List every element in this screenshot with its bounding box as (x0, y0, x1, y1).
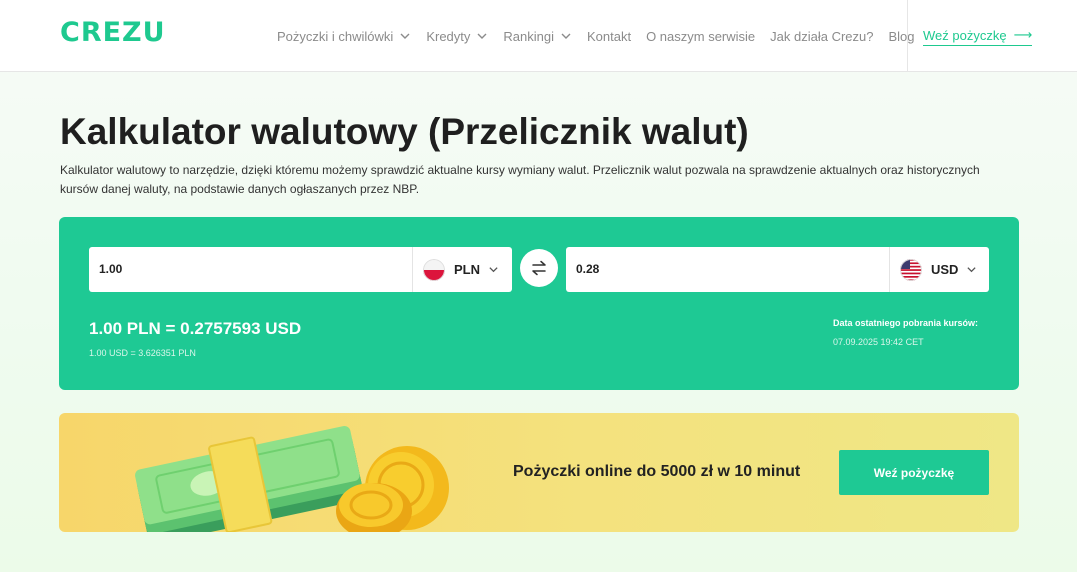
nav-item-label: Kontakt (586, 28, 632, 44)
take-loan-button[interactable]: Weź pożyczkę (839, 450, 989, 495)
header-divider (907, 0, 908, 72)
to-amount-input[interactable]: 0.28 (576, 262, 599, 276)
nav-item-label: Blog (888, 28, 915, 44)
from-amount-input[interactable]: 1.00 (99, 262, 122, 276)
nav-item-kredyty[interactable]: Kredyty (426, 29, 488, 44)
last-update-label: Data ostatniego pobrania kursów: (833, 318, 979, 328)
promo-text: Pożyczki online do 5000 zł w 10 minut (513, 463, 801, 480)
money-and-coins-illustration (135, 426, 449, 532)
loan-promo-banner: Pożyczki online do 5000 zł w 10 minut We… (59, 413, 1019, 532)
currency-calculator: 1.00 PLN 0.28 USD 1.00 PLN = 0.2757593 U… (59, 217, 1019, 390)
poland-flag-icon (423, 258, 445, 281)
page-description: Kalkulator walutowy to narzędzie, dzięki… (60, 163, 980, 196)
from-currency-select[interactable]: PLN (412, 247, 512, 292)
swap-arrows-icon (532, 260, 546, 276)
to-currency-code: USD (931, 262, 959, 277)
nav-item-o-serwisie[interactable]: O naszym serwisie (646, 29, 755, 44)
chevron-down-icon (477, 33, 487, 39)
chevron-down-icon (400, 33, 410, 39)
to-currency-select[interactable]: USD (889, 247, 989, 292)
nav-item-blog[interactable]: Blog (888, 29, 914, 44)
header-cta-label: Weź pożyczkę (923, 27, 1007, 43)
arrow-right-icon: ⟶ (1013, 27, 1033, 42)
header-cta-link[interactable]: Weź pożyczkę ⟶ (923, 27, 1033, 46)
nav-item-rankingi[interactable]: Rankingi (503, 29, 572, 44)
main-nav: Pożyczki i chwilówki Kredyty Rankingi Ko… (277, 0, 930, 72)
nav-item-kontakt[interactable]: Kontakt (587, 29, 631, 44)
from-currency-code: PLN (454, 262, 480, 277)
nav-item-label: Kredyty (426, 28, 471, 44)
nav-item-label: O naszym serwisie (646, 28, 756, 44)
nav-item-label: Pożyczki i chwilówki (277, 28, 394, 44)
nav-item-label: Jak działa Crezu? (770, 28, 874, 44)
page-title: Kalkulator walutowy (Przelicznik walut) (60, 111, 749, 152)
usa-flag-icon (900, 258, 922, 281)
swap-currencies-button[interactable] (520, 249, 558, 287)
exchange-rate-main: 1.00 PLN = 0.2757593 USD (89, 319, 302, 338)
nav-item-label: Rankingi (503, 28, 554, 44)
last-update-value: 07.09.2025 19:42 CET (833, 337, 924, 347)
chevron-down-icon (489, 267, 498, 273)
nav-item-pozyczki[interactable]: Pożyczki i chwilówki (277, 29, 411, 44)
exchange-rate-reverse: 1.00 USD = 3.626351 PLN (89, 348, 196, 358)
nav-item-jak-dziala[interactable]: Jak działa Crezu? (770, 29, 873, 44)
chevron-down-icon (967, 267, 977, 273)
to-amount-field[interactable]: 0.28 USD (566, 247, 989, 292)
crezu-logo[interactable]: CREZU (60, 17, 166, 48)
from-amount-field[interactable]: 1.00 PLN (89, 247, 512, 292)
site-header: CREZU Pożyczki i chwilówki Kredyty Ranki… (0, 0, 1077, 72)
chevron-down-icon (561, 33, 571, 39)
